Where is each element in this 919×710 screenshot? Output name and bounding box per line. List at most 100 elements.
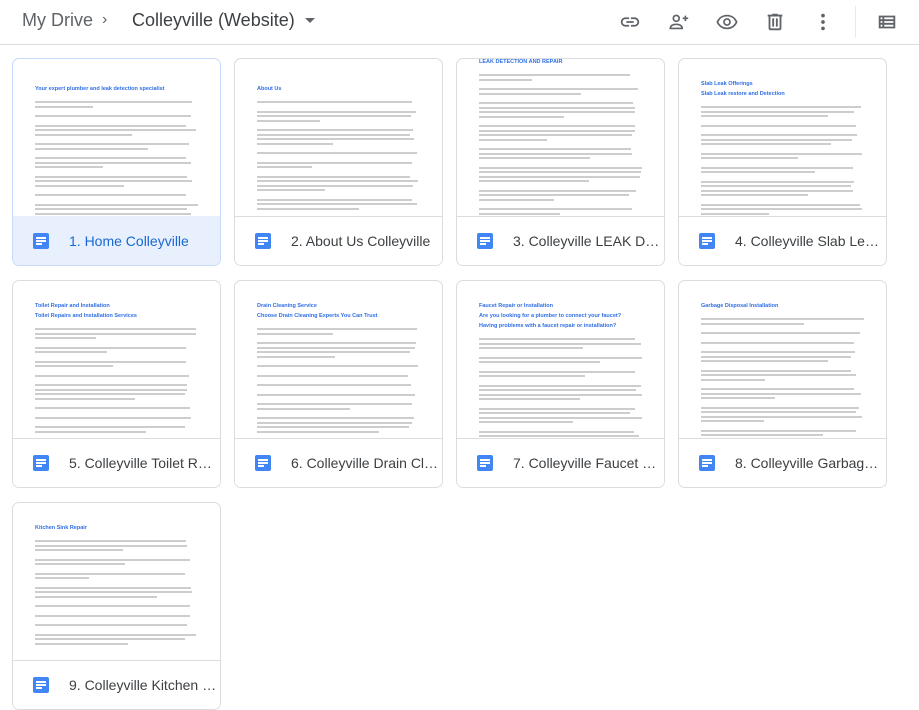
file-card[interactable]: LEAK DETECTION AND REPAIR 3. Colleyville … [456,58,665,266]
file-card[interactable]: Drain Cleaning Service Choose Drain Clean… [234,280,443,488]
file-caption[interactable]: 5. Colleyville Toilet Repair and Install… [13,438,220,487]
text-line [701,189,853,192]
text-line [35,549,124,551]
text-line [701,185,852,187]
breadcrumb-current-folder[interactable]: Colleyville (Website) [132,10,295,31]
more-vert-icon[interactable] [809,8,837,36]
text-line [35,129,197,131]
link-icon[interactable] [616,8,644,36]
text-line [35,175,188,178]
text-line [479,370,636,373]
text-line [479,384,641,387]
file-caption[interactable]: 1. Home Colleyville [13,216,220,265]
file-card[interactable]: Toilet Repair and Installation Toilet Rep… [12,280,221,488]
text-line [257,421,413,424]
text-line [479,347,584,349]
text-line [257,426,409,428]
text-line [479,361,601,363]
text-line [479,129,635,132]
trash-icon[interactable] [761,8,789,36]
chevron-down-icon[interactable] [305,18,315,23]
file-card[interactable]: Faucet Repair or Installation Are you loo… [456,280,665,488]
list-view-icon[interactable] [873,8,901,36]
text-line [35,203,198,206]
file-caption[interactable]: 3. Colleyville LEAK DETECTION AND REPAIR [457,216,664,265]
text-line [35,430,146,433]
file-card[interactable]: Slab Leak Offerings Slab Leak restore and… [678,58,887,266]
text-line [35,332,196,335]
text-line [35,605,191,607]
text-line [479,212,560,215]
file-title: 8. Colleyville Garbage Disposal Installa… [735,455,885,471]
text-line [35,572,186,575]
google-docs-icon [255,455,271,471]
text-line [479,198,555,201]
file-title: 1. Home Colleyville [69,233,189,249]
text-line [257,138,415,140]
text-line [35,101,193,103]
file-caption[interactable]: 2. About Us Colleyville [235,216,442,265]
document-thumbnail: About Us [235,59,442,218]
file-caption[interactable]: 6. Colleyville Drain Cleaning Service [235,438,442,487]
text-line [701,360,829,362]
thumbnail-heading: Toilet Repairs and Installation Services [35,313,137,319]
text-line [701,378,765,381]
google-docs-icon [255,233,271,249]
text-line [257,346,416,349]
file-title: 6. Colleyville Drain Cleaning Service [291,455,441,471]
document-thumbnail: LEAK DETECTION AND REPAIR [457,59,664,218]
text-line [701,420,765,422]
text-line [701,115,828,117]
text-line [35,633,197,636]
text-line [701,434,823,436]
text-line [35,388,188,391]
top-bar: My Drive › Colleyville (Website) [0,0,919,45]
text-line [35,638,186,640]
thumbnail-heading: Slab Leak restore and Detection [701,91,785,97]
file-caption[interactable]: 4. Colleyville Slab Leak Offerings [679,216,886,265]
file-card[interactable]: Garbage Disposal Installation 8. Colleyvi… [678,280,887,488]
text-line [701,355,852,358]
text-line [35,337,96,339]
text-line [479,175,641,178]
text-line [479,74,631,76]
text-line [257,417,414,419]
add-person-icon[interactable] [665,8,693,36]
text-line [35,351,107,353]
text-line [257,365,419,367]
breadcrumb-my-drive[interactable]: My Drive [22,10,93,31]
file-title: 2. About Us Colleyville [291,233,431,249]
text-line [35,184,124,187]
file-caption[interactable]: 9. Colleyville Kitchen Sink Repair [13,660,220,709]
text-line [257,133,410,136]
google-docs-icon [699,455,715,471]
file-card[interactable]: Your expert plumber and leak detection s… [12,58,221,266]
thumbnail-heading: Are you looking for a plumber to connect… [479,313,622,319]
eye-icon[interactable] [713,8,741,36]
thumbnail-heading: Slab Leak Offerings [701,81,753,87]
text-line [479,189,637,192]
text-line [479,338,636,340]
text-line [701,194,808,196]
text-line [35,180,193,182]
file-caption[interactable]: 8. Colleyville Garbage Disposal Installa… [679,438,886,487]
file-card[interactable]: About Us 2. About Us Colleyville [234,58,443,266]
text-line [35,558,191,561]
text-line [701,166,853,169]
thumbnail-heading: LEAK DETECTION AND REPAIR [479,59,563,65]
text-line [479,180,589,182]
text-line [35,595,158,598]
text-line [257,430,380,433]
text-line [257,393,415,396]
text-line [257,110,416,113]
file-caption[interactable]: 7. Colleyville Faucet Repair or Installa… [457,438,664,487]
text-line [35,577,89,579]
file-title: 9. Colleyville Kitchen Sink Repair [69,677,219,693]
text-line [701,374,857,376]
file-card[interactable]: Kitchen Sink Repair 9. Colleyville Kitche… [12,502,221,710]
text-line [479,356,642,359]
text-line [257,166,313,168]
document-thumbnail: Your expert plumber and leak detection s… [13,59,220,218]
text-line [35,407,191,409]
text-line [257,129,413,131]
